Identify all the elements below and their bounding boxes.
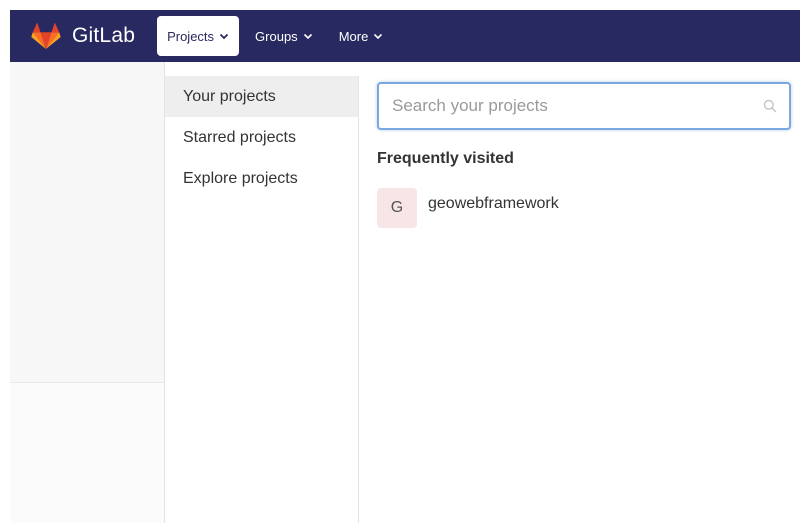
- nav-projects-label: Projects: [167, 28, 215, 44]
- page-sidebar-panel: [10, 62, 164, 383]
- menu-item-starred-projects[interactable]: Starred projects: [165, 117, 358, 158]
- nav-more-label: More: [338, 28, 369, 44]
- project-search-box: [377, 82, 791, 130]
- top-navbar: GitLab Projects Groups More: [10, 10, 800, 62]
- project-avatar: G: [377, 188, 417, 228]
- project-name: geowebframework: [428, 195, 559, 212]
- frequent-project-item[interactable]: G geowebframework: [377, 188, 800, 228]
- projects-dropdown-content: Frequently visited G geowebframework: [377, 82, 800, 228]
- chevron-down-icon: [303, 31, 313, 41]
- search-icon: [763, 99, 777, 113]
- project-search-input[interactable]: [379, 84, 789, 128]
- gitlab-home-link[interactable]: GitLab: [10, 10, 157, 62]
- nav-more-dropdown[interactable]: More: [329, 16, 394, 56]
- tanuki-logo-icon: [31, 22, 61, 50]
- brand-name: GitLab: [72, 24, 136, 47]
- nav-projects-dropdown[interactable]: Projects: [157, 16, 240, 56]
- frequently-visited-heading: Frequently visited: [377, 150, 514, 167]
- menu-item-your-projects[interactable]: Your projects: [165, 76, 358, 117]
- projects-dropdown-menu: Your projects Starred projects Explore p…: [165, 76, 359, 523]
- nav-groups-label: Groups: [255, 28, 298, 44]
- chevron-down-icon: [219, 31, 229, 41]
- projects-dropdown-panel: Your projects Starred projects Explore p…: [164, 62, 800, 523]
- nav-groups-dropdown[interactable]: Groups: [245, 16, 323, 56]
- chevron-down-icon: [373, 31, 383, 41]
- page: GitLab Projects Groups More Your project…: [0, 0, 800, 523]
- menu-item-explore-projects[interactable]: Explore projects: [165, 158, 358, 199]
